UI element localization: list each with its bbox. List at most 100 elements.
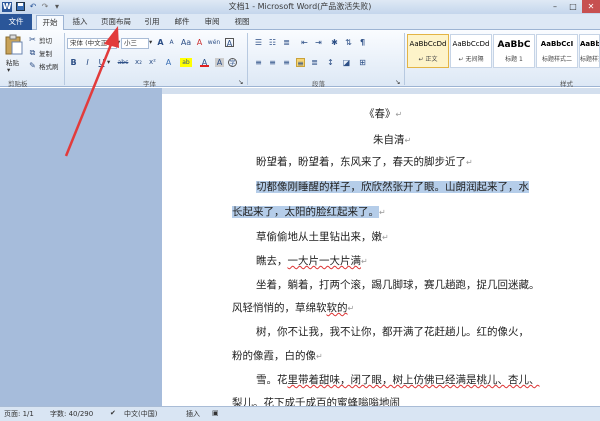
tab-file[interactable]: 文件 [0,14,32,30]
cut-button[interactable]: 剪切 [39,35,52,45]
italic-icon[interactable]: I [83,58,92,67]
borders-icon[interactable]: ⊞ [358,58,367,67]
doc-line: 风轻悄悄的，草绵软软的↵ [232,302,355,314]
status-page[interactable]: 页面: 1/1 [4,409,34,419]
doc-line: 雪。花里带着甜味，闭了眼，树上仿佛已经满是桃儿、杏儿、 [256,374,540,386]
subscript-icon[interactable]: x₂ [133,58,144,67]
show-marks-icon[interactable]: ¶ [358,38,367,47]
status-insert-mode[interactable]: 插入 [186,409,200,419]
justify-icon[interactable]: ≡ [296,58,305,68]
style-heading-1[interactable]: AaBbC 标题 1 [493,34,535,68]
highlight-icon[interactable]: ab [180,58,192,67]
style-sample: AaBbCcDd [409,40,447,48]
style-name: ↵ 无间隔 [458,56,484,63]
bold-icon[interactable]: B [69,58,78,67]
proofing-icon[interactable]: ✔ [110,409,116,417]
maximize-icon[interactable]: □ [564,0,582,13]
distributed-icon[interactable]: ≣ [310,58,319,67]
change-case-icon[interactable]: Aa [180,38,192,47]
undo-icon[interactable]: ↶ [28,2,38,12]
style-name: ↵ 正文 [418,56,438,63]
tab-mailings[interactable]: 邮件 [170,15,194,30]
word-app-icon[interactable]: W [2,2,12,12]
strikethrough-icon[interactable]: abc [116,58,130,67]
ribbon-separator [247,33,248,85]
bullets-icon[interactable]: ☰ [254,38,263,47]
decrease-indent-icon[interactable]: ⇤ [300,38,309,47]
clipboard-group-label: 剪贴板 [8,80,28,88]
style-sample: AaBbC [497,40,531,50]
format-painter-button[interactable]: 格式刷 [39,61,59,71]
paste-icon[interactable] [4,34,24,56]
doc-author: 朱自清↵ [373,134,412,146]
status-language[interactable]: 中文(中国) [124,409,157,419]
text-effects-icon[interactable]: A [164,58,173,67]
font-name-dropdown-icon[interactable]: ▾ [117,38,120,46]
style-sample: AaBbCcI [580,40,600,48]
chinese-layout-icon[interactable]: ✱ [330,38,339,47]
doc-title: 《春》↵ [364,108,403,120]
line-spacing-icon[interactable]: ↕ [326,58,335,67]
align-right-icon[interactable]: ≡ [282,58,291,67]
style-sample: AaBbCcDd [452,40,490,48]
macro-record-icon[interactable]: ▣ [212,409,219,417]
ribbon-tabs: 文件 开始 插入 页面布局 引用 邮件 审阅 视图 [0,14,600,31]
minimize-icon[interactable]: – [546,0,564,13]
cut-icon: ✂ [29,35,36,44]
align-center-icon[interactable]: ≡ [268,58,277,67]
phonetic-guide-icon[interactable]: wén [207,38,221,47]
format-painter-icon: ✎ [29,61,36,70]
paragraph-dialog-launcher-icon[interactable]: ↘ [395,78,400,86]
style-name: 标题样式二 [541,56,572,63]
align-left-icon[interactable]: ≡ [254,58,263,67]
tab-home[interactable]: 开始 [36,15,64,31]
tab-references[interactable]: 引用 [140,15,164,30]
doc-line: 盼望着，盼望着，东风来了，春天的脚步近了↵ [256,156,473,168]
grow-font-icon[interactable]: A [156,38,165,47]
font-color-icon[interactable]: A [200,58,209,67]
doc-line: 草偷偷地从土里钻出来，嫩↵ [256,231,389,243]
redo-icon[interactable]: ↷ [40,2,50,12]
close-icon[interactable]: ✕ [582,0,600,13]
tab-page-layout[interactable]: 页面布局 [98,15,134,30]
quick-access-more-icon[interactable]: ▾ [52,2,62,12]
style-sample: AaBbCcI [540,40,574,48]
font-size-dropdown-icon[interactable]: ▾ [149,38,152,46]
document-margin-area [0,88,162,406]
status-word-count[interactable]: 字数: 40/290 [50,409,93,419]
character-border-icon[interactable]: A [225,38,234,48]
ribbon-separator [404,33,405,85]
style-name: 标题 1 [505,56,523,63]
style-heading-style-2[interactable]: AaBbCcI 标题样式二 [536,34,578,68]
save-icon[interactable] [15,2,25,12]
doc-line: 坐着，躺着，打两个滚，踢几脚球，赛几趟跑，捉几回迷藏。 [256,279,540,291]
clear-formatting-icon[interactable]: A [195,38,204,47]
numbering-icon[interactable]: ☷ [268,38,277,47]
shrink-font-icon[interactable]: A [167,38,176,47]
tab-review[interactable]: 审阅 [200,15,224,30]
underline-dropdown-icon[interactable]: ▾ [107,58,110,66]
style-no-spacing[interactable]: AaBbCcDd ↵ 无间隔 [450,34,492,68]
copy-button[interactable]: 复制 [39,48,52,58]
style-normal[interactable]: AaBbCcDd ↵ 正文 [407,34,449,68]
enclose-characters-icon[interactable]: 字 [228,58,237,67]
tab-view[interactable]: 视图 [230,15,254,30]
superscript-icon[interactable]: x² [147,58,158,67]
multilevel-list-icon[interactable]: ≣ [282,38,291,47]
doc-line: 树，你不让我，我不让你，都开满了花赶趟儿。红的像火， [256,326,529,338]
font-dialog-launcher-icon[interactable]: ↘ [238,78,243,86]
sort-icon[interactable]: ⇅ [344,38,353,47]
window-title: 文档1 - Microsoft Word(产品激活失败) [228,2,372,11]
underline-icon[interactable]: U [97,58,106,67]
font-name-combo[interactable]: 宋体 (中文正 [67,38,117,49]
doc-line: 粉的像霞，白的像↵ [232,350,323,362]
copy-icon: ⧉ [29,48,36,57]
tab-insert[interactable]: 插入 [68,15,92,30]
shading-icon[interactable]: ◪ [342,58,351,67]
increase-indent-icon[interactable]: ⇥ [314,38,323,47]
character-shading-icon[interactable]: A [215,58,224,67]
title-bar: 文档1 - Microsoft Word(产品激活失败) W ↶ ↷ ▾ – □… [0,0,600,14]
paste-dropdown-icon[interactable]: ▾ [7,66,10,74]
font-size-combo[interactable]: 小三 [121,38,149,49]
style-heading-style-1[interactable]: AaBbCcI 标题样式一 [579,34,600,68]
